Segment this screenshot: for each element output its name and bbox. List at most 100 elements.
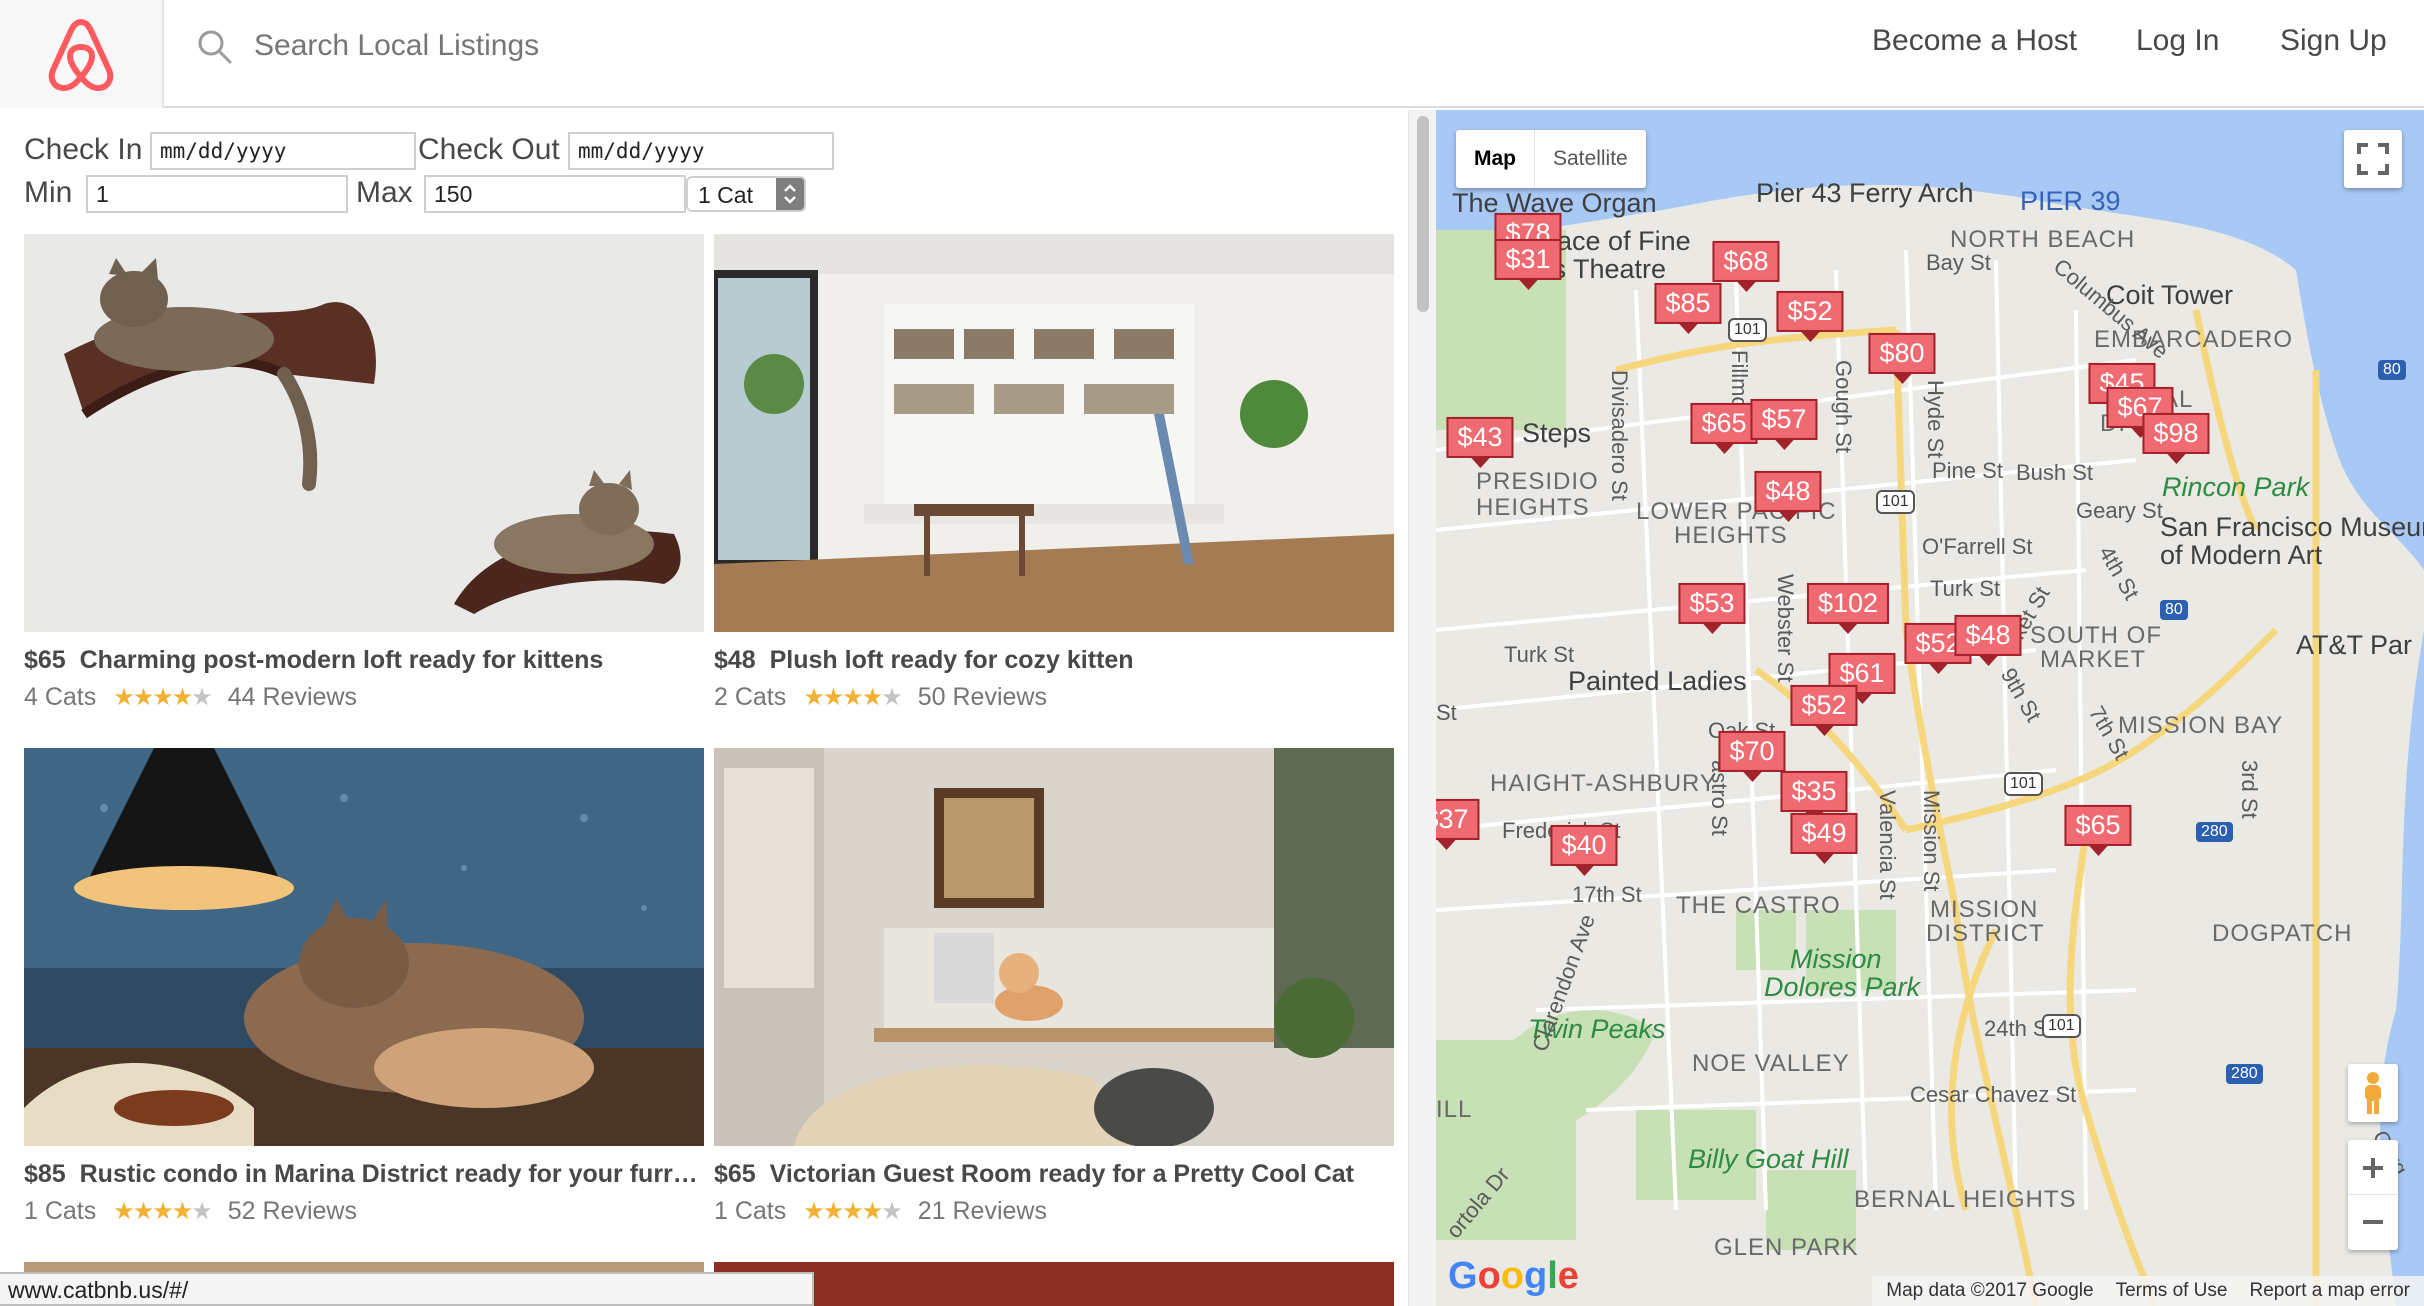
listing-card[interactable]: $48 Plush loft ready for cozy kitten 2 C…: [714, 234, 1394, 712]
listing-photo[interactable]: [714, 1262, 1394, 1306]
highway-shield: 280: [2226, 1064, 2263, 1084]
listings-scrollbar[interactable]: [1408, 110, 1436, 1306]
highway-shield: 101: [2042, 1014, 2081, 1038]
price-pin[interactable]: $43: [1446, 416, 1514, 469]
listing-meta: 2 Cats ★★★★★ 50 Reviews: [714, 683, 1047, 711]
zoom-out-icon[interactable]: [2348, 1195, 2398, 1249]
map-label: Steps: [1522, 418, 1592, 448]
listing-title[interactable]: $48 Plush loft ready for cozy kitten: [714, 646, 1394, 675]
listing-title[interactable]: $65 Victorian Guest Room ready for a Pre…: [714, 1160, 1394, 1189]
price-pin[interactable]: $48: [1754, 470, 1822, 523]
map-label: Gough St: [1831, 360, 1856, 453]
price-pin[interactable]: $37: [1436, 798, 1480, 851]
highway-shield: 101: [2004, 772, 2043, 796]
price-pin[interactable]: $48: [1954, 614, 2022, 667]
price-pin[interactable]: $70: [1718, 730, 1786, 783]
price-pin[interactable]: $52: [1776, 290, 1844, 343]
price-pin[interactable]: $102: [1806, 582, 1890, 635]
fullscreen-icon[interactable]: [2344, 130, 2402, 188]
map-label: Valencia St: [1875, 790, 1900, 900]
zoom-in-icon[interactable]: [2348, 1141, 2398, 1195]
listing-photo[interactable]: [24, 748, 704, 1146]
map-view[interactable]: The Wave Organ Pier 43 Ferry Arch PIER 3…: [1436, 110, 2424, 1306]
listing-meta: 1 Cats ★★★★★ 52 Reviews: [24, 1197, 357, 1225]
map-label: Pine St: [1932, 458, 2003, 483]
map-type-control: Map Satellite: [1456, 130, 1646, 188]
map-label: San Francisco Museum: [2160, 512, 2424, 542]
map-label: Bay St: [1926, 250, 1991, 275]
price-pin[interactable]: $85: [1654, 282, 1722, 335]
price-pin[interactable]: $52: [1790, 684, 1858, 737]
map-label: NOE VALLEY: [1692, 1050, 1850, 1077]
map-attribution: Map data ©2017 Google Terms of Use Repor…: [1872, 1276, 2424, 1306]
pegman-icon[interactable]: [2348, 1064, 2398, 1122]
listing-title[interactable]: $65 Charming post-modern loft ready for …: [24, 646, 704, 675]
map-data-credit: Map data ©2017 Google: [1886, 1280, 2094, 1301]
highway-shield: 80: [2378, 360, 2406, 380]
map-label: O'Farrell St: [1922, 534, 2033, 559]
listings-grid: $65 Charming post-modern loft ready for …: [0, 110, 1410, 1306]
price-pin[interactable]: $35: [1780, 770, 1848, 823]
map-label: Geary St: [2076, 498, 2163, 523]
listing-photo[interactable]: [714, 234, 1394, 632]
listing-card[interactable]: $65 Charming post-modern loft ready for …: [24, 234, 704, 712]
price-pin[interactable]: $68: [1712, 240, 1780, 293]
zoom-control: [2348, 1140, 2398, 1250]
map-label: GLEN PARK: [1714, 1234, 1859, 1261]
map-label: Turk St: [1930, 576, 2001, 601]
map-label: Rincon Park: [2162, 472, 2310, 502]
price-pin[interactable]: $53: [1678, 582, 1746, 635]
top-header: Become a Host Log In Sign Up: [0, 0, 2424, 108]
price-pin[interactable]: $49: [1790, 812, 1858, 865]
listing-photo[interactable]: [714, 748, 1394, 1146]
map-label: DOGPATCH: [2212, 920, 2353, 947]
map-label: St: [1436, 700, 1457, 725]
listing-card[interactable]: $65 Victorian Guest Room ready for a Pre…: [714, 748, 1394, 1226]
price-pin[interactable]: $40: [1550, 824, 1618, 877]
map-label: Pier 43 Ferry Arch: [1756, 178, 1974, 208]
search-icon: [198, 30, 232, 64]
map-label: of Modern Art: [2160, 540, 2323, 570]
price-pin[interactable]: $31: [1494, 238, 1562, 291]
listing-photo[interactable]: [24, 234, 704, 632]
highway-shield: 101: [1876, 490, 1915, 514]
map-label: Painted Ladies: [1568, 666, 1747, 696]
status-bar-url: www.catbnb.us/#/: [0, 1272, 814, 1306]
login-link[interactable]: Log In: [2136, 24, 2219, 58]
map-label: Cesar Chavez St: [1910, 1082, 2077, 1107]
terms-of-use-link[interactable]: Terms of Use: [2116, 1276, 2228, 1306]
listing-card[interactable]: $85 Rustic condo in Marina District read…: [24, 748, 704, 1226]
map-canvas: [1436, 110, 2424, 1306]
map-label: 17th St: [1572, 882, 1642, 907]
scroll-thumb[interactable]: [1417, 116, 1429, 312]
airbnb-logo-icon[interactable]: [0, 0, 164, 108]
highway-shield: 80: [2160, 600, 2188, 620]
map-type-map-button[interactable]: Map: [1456, 130, 1534, 188]
signup-link[interactable]: Sign Up: [2280, 24, 2387, 58]
rating-stars: ★★★★★: [803, 684, 903, 711]
price-pin[interactable]: $65: [1690, 402, 1758, 455]
map-label: Turk St: [1504, 642, 1575, 667]
highway-shield: 101: [1728, 318, 1767, 342]
map-label: PIER 39: [2020, 186, 2121, 216]
map-label: HAIGHT-ASHBURY: [1490, 770, 1717, 797]
price-pin[interactable]: $80: [1868, 332, 1936, 385]
map-label: Mission: [1790, 944, 1882, 974]
report-map-error-link[interactable]: Report a map error: [2249, 1276, 2410, 1306]
listing-meta: 1 Cats ★★★★★ 21 Reviews: [714, 1197, 1047, 1225]
listing-title[interactable]: $85 Rustic condo in Marina District read…: [24, 1160, 704, 1189]
search-input[interactable]: [254, 22, 1154, 70]
map-label: 3rd St: [2237, 760, 2262, 819]
listing-meta: 4 Cats ★★★★★ 44 Reviews: [24, 683, 357, 711]
highway-shield: 280: [2196, 822, 2233, 842]
price-pin[interactable]: $65: [2064, 804, 2132, 857]
price-pin[interactable]: $98: [2142, 412, 2210, 465]
map-label: Webster St: [1773, 574, 1798, 683]
rating-stars: ★★★★★: [113, 1198, 213, 1225]
become-host-link[interactable]: Become a Host: [1872, 24, 2077, 58]
price-pin[interactable]: $57: [1750, 398, 1818, 451]
map-label: HEIGHTS: [1476, 494, 1590, 521]
map-type-satellite-button[interactable]: Satellite: [1534, 130, 1646, 188]
map-label: AT&T Par: [2296, 630, 2413, 660]
map-label: BERNAL HEIGHTS: [1854, 1186, 2077, 1213]
